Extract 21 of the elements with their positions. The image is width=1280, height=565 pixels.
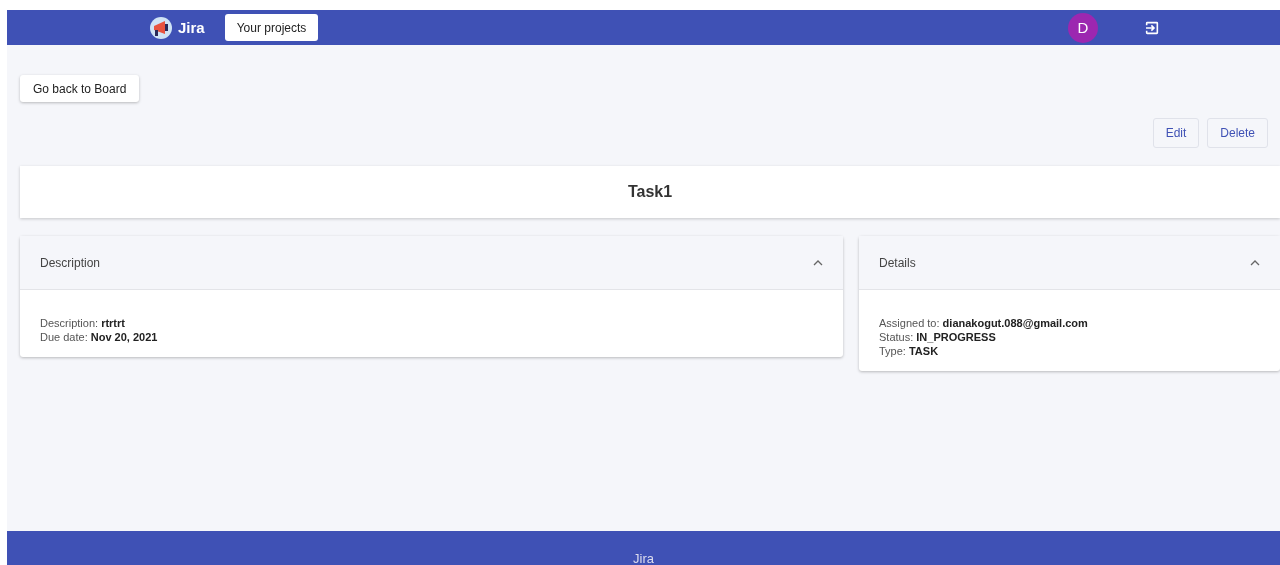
panel-header[interactable]: Description (20, 236, 843, 290)
delete-button[interactable]: Delete (1207, 118, 1268, 148)
megaphone-logo-icon (150, 16, 172, 39)
chevron-up-icon (1250, 259, 1260, 266)
chevron-up-icon (813, 259, 823, 266)
field-line: Assigned to: dianakogut.088@gmail.com (879, 316, 1089, 330)
field-line: Due date: Nov 20, 2021 (40, 330, 159, 344)
back-button[interactable]: Go back to Board (20, 75, 140, 102)
task-title: Task1 (20, 166, 1280, 218)
field-line: Description: rtrtrt (40, 316, 126, 330)
brand-name: Jira (178, 19, 205, 36)
field-line: Status: IN_PROGRESS (879, 330, 997, 344)
logout-icon[interactable] (1144, 19, 1160, 36)
footer-text: Jira (633, 552, 654, 565)
panel-title: Description (40, 255, 101, 270)
field-line: Type: TASK (879, 344, 940, 358)
panel-header[interactable]: Details (859, 236, 1280, 290)
panel-title: Details (879, 255, 916, 270)
edit-button[interactable]: Edit (1152, 118, 1200, 148)
user-avatar[interactable]: D (1068, 12, 1098, 43)
your-projects-button[interactable]: Your projects (224, 14, 319, 41)
